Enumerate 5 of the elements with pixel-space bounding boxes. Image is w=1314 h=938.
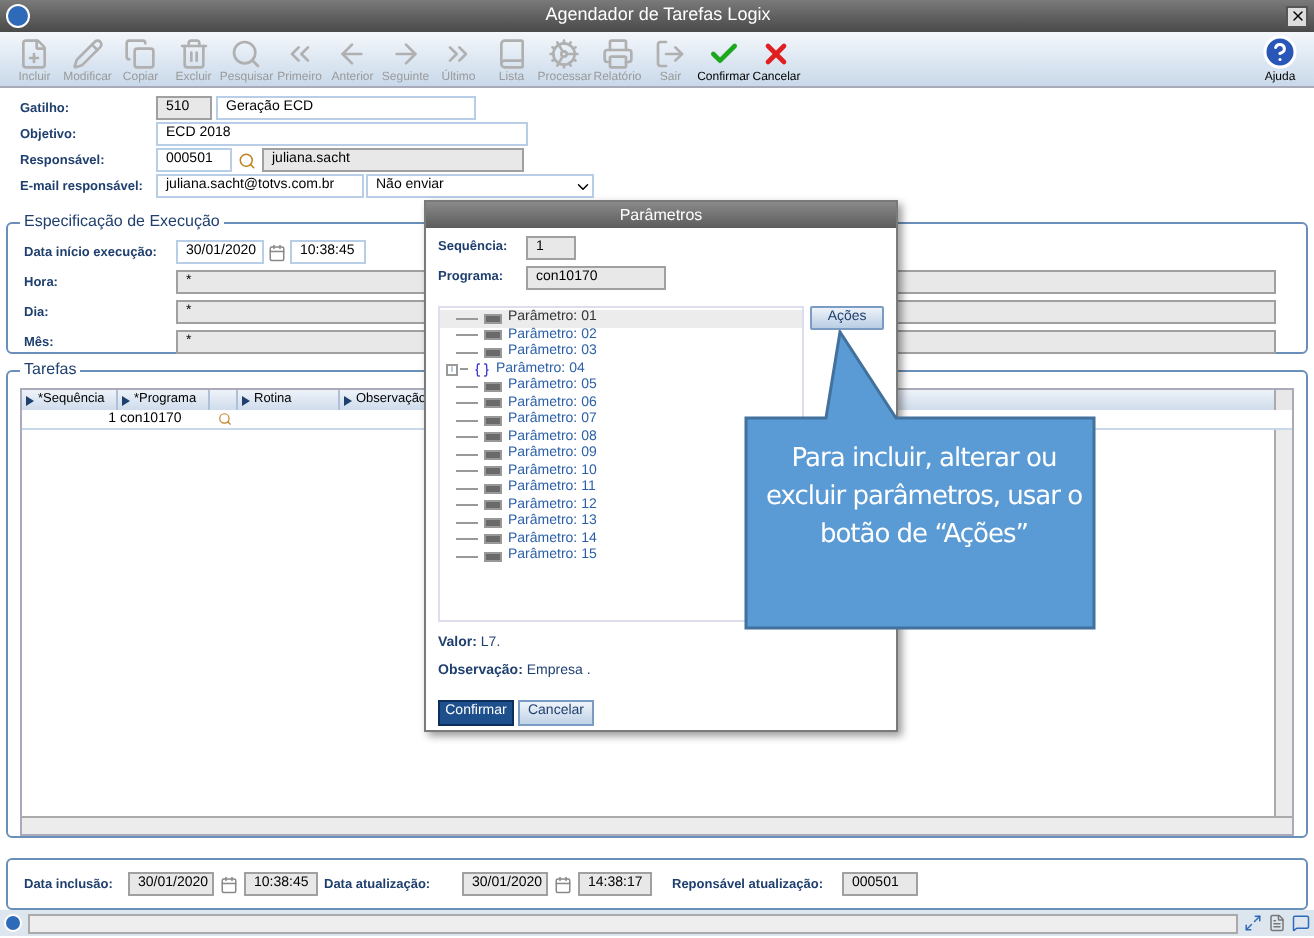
group-title: Tarefas: [20, 360, 81, 381]
dialog-title: Parâmetros: [426, 202, 896, 228]
group-title: Especificação de Execução: [20, 212, 224, 233]
callout-text: Para incluir, alterar ou excluir parâmetros, usar o botão de “Ações”: [763, 442, 1085, 554]
window-title: Agendador de Tarefas Logix: [543, 2, 773, 29]
